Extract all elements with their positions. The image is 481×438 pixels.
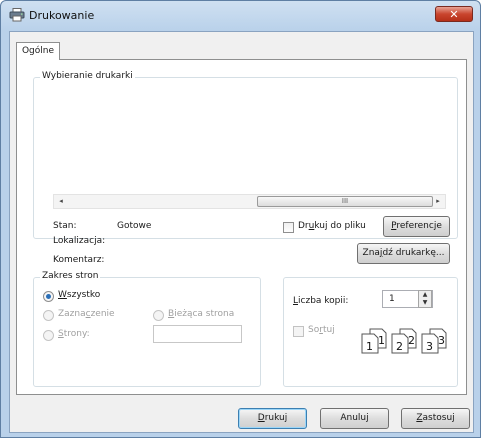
printer-icon — [9, 8, 25, 22]
find-printer-button[interactable]: Znajdź drukarkę... — [357, 243, 450, 264]
label-part: szystko — [66, 290, 101, 300]
copies-count-label: Liczba kopii: — [293, 296, 348, 306]
printer-list-scrollbar[interactable]: ◂ III ▸ — [53, 194, 446, 209]
label-part: ieżąca strona — [174, 309, 235, 319]
preferences-button[interactable]: Preferencje — [383, 216, 450, 237]
collate-label: Sortuj — [308, 325, 335, 335]
collate-back-number: 1 — [378, 334, 385, 347]
scroll-left-icon[interactable]: ◂ — [54, 195, 68, 208]
print-to-file-checkbox[interactable] — [283, 222, 294, 233]
scrollbar-thumb[interactable]: III — [257, 196, 433, 207]
dialog-body: Ogólne Wybieranie drukarki ◂ III ▸ Stan:… — [9, 31, 474, 433]
close-icon: ✕ — [449, 8, 459, 21]
label-part: zenie — [90, 309, 115, 319]
copies-spinner[interactable]: ▲ ▼ — [418, 290, 432, 308]
label-accesskey: D — [257, 413, 265, 423]
status-label: Stan: — [53, 221, 77, 231]
spin-up-icon[interactable]: ▲ — [419, 291, 431, 299]
close-button[interactable]: ✕ — [435, 6, 473, 22]
collate-front-number: 2 — [396, 340, 403, 353]
collate-copy-icon: 2 2 — [390, 328, 418, 357]
radio-all-pages[interactable] — [43, 291, 54, 302]
radio-pages-label: Strony: — [58, 329, 90, 339]
label-part: referencje — [396, 221, 442, 231]
label-part: iczba kopii: — [298, 296, 349, 306]
location-label: Lokalizacja: — [53, 236, 106, 246]
collate-front-number: 3 — [426, 340, 433, 353]
label-part: trony: — [63, 329, 90, 339]
tab-page-general: Wybieranie drukarki ◂ III ▸ Stan: Gotowe… — [16, 59, 467, 395]
radio-selection[interactable] — [43, 310, 54, 321]
printer-selection-label: Wybieranie drukarki — [40, 71, 135, 81]
copies-count-value: 1 — [389, 294, 395, 304]
collate-copy-icon: 1 1 — [360, 328, 388, 357]
apply-button[interactable]: Zastosuj — [401, 408, 470, 429]
scroll-right-icon[interactable]: ▸ — [431, 195, 445, 208]
label-part: rukuj — [264, 413, 288, 423]
pages-input[interactable] — [153, 325, 242, 343]
scrollbar-grip: III — [341, 197, 349, 205]
status-value: Gotowe — [117, 221, 152, 231]
label-part: tuj — [322, 325, 335, 335]
title-bar[interactable]: Drukowanie ✕ — [1, 1, 480, 31]
radio-all-pages-label: Wszystko — [58, 290, 100, 300]
collate-back-number: 2 — [408, 334, 415, 347]
radio-pages[interactable] — [43, 330, 54, 341]
collate-back-number: 3 — [438, 334, 445, 347]
radio-selection-label: Zaznaczenie — [58, 309, 115, 319]
collate-copy-icon: 3 3 — [420, 328, 448, 357]
label-accesskey: W — [58, 290, 67, 300]
label-part: dź drukarkę... — [382, 248, 445, 258]
collate-front-number: 1 — [366, 340, 373, 353]
window-title: Drukowanie — [29, 9, 95, 22]
print-to-file-label: Drukuj do pliku — [298, 221, 366, 231]
label-part: Zazna — [58, 309, 86, 319]
label-part: Dr — [298, 221, 309, 231]
spin-down-icon[interactable]: ▼ — [419, 299, 431, 307]
label-part: So — [308, 325, 320, 335]
tab-general[interactable]: Ogólne — [16, 42, 60, 60]
printer-list[interactable] — [53, 92, 446, 192]
label-part: Zna — [362, 248, 380, 258]
cancel-button[interactable]: Anuluj — [320, 408, 389, 429]
radio-current-page[interactable] — [153, 310, 164, 321]
label-part: astosuj — [422, 413, 455, 423]
print-button[interactable]: Drukuj — [238, 408, 307, 429]
collate-checkbox[interactable] — [293, 326, 304, 337]
label-part: kuj do pliku — [314, 221, 366, 231]
radio-current-page-label: Bieżąca strona — [168, 309, 234, 319]
print-dialog-window: Drukowanie ✕ Ogólne Wybieranie drukarki … — [0, 0, 481, 438]
page-range-label: Zakres stron — [40, 271, 101, 281]
comment-label: Komentarz: — [53, 255, 105, 265]
